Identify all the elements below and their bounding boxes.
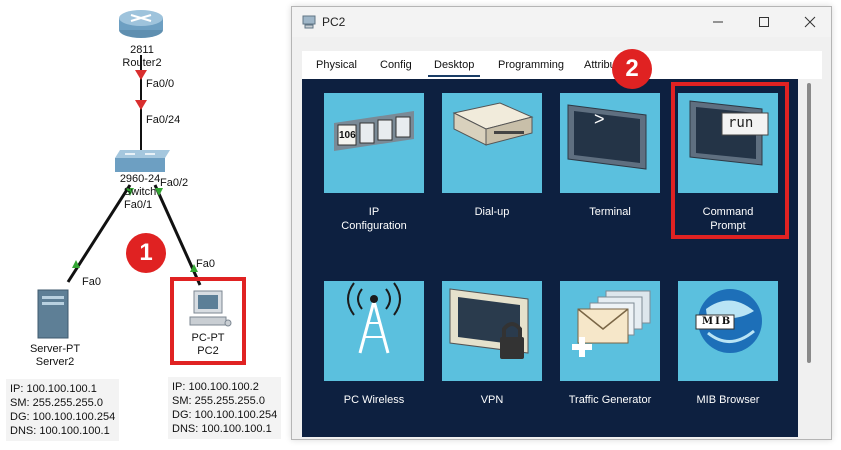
maximize-button[interactable] [749, 11, 779, 33]
step-badge-2: 2 [612, 49, 652, 89]
scrollbar-thumb[interactable] [807, 83, 811, 363]
mib-browser-icon: MIB [678, 281, 778, 381]
dial-up-label: Dial-up [474, 206, 510, 218]
switch-icon [115, 150, 170, 172]
pc-ip-box: IP: 100.100.100.2 SM: 255.255.255.0 DG: … [168, 377, 282, 439]
app-ip-configuration[interactable]: 106 IP Configuration [324, 93, 424, 253]
link-status-down-icon [135, 100, 147, 110]
pc2-window: PC2 Physical Config Desktop Programming … [291, 6, 832, 440]
pc-wireless-icon [324, 281, 424, 381]
close-icon [804, 16, 816, 28]
app-terminal[interactable]: > Terminal [560, 93, 660, 253]
server-name: Server2 [35, 356, 75, 368]
pc-wireless-label: PC Wireless [343, 394, 405, 406]
router-label: 2811 Router2 [112, 44, 172, 70]
server-subnet: SM: 255.255.255.0 [10, 397, 103, 409]
tab-bar: Physical Config Desktop Programming Attr… [302, 51, 822, 79]
server-ip-box: IP: 100.100.100.1 SM: 255.255.255.0 DG: … [6, 379, 120, 441]
traffic-generator-label: Traffic Generator [568, 394, 652, 406]
ip-configuration-label: IP Configuration [314, 205, 434, 233]
pc-subnet: SM: 255.255.255.0 [172, 395, 265, 407]
vpn-icon [442, 281, 542, 381]
terminal-icon: > [560, 93, 660, 193]
command-prompt-highlight-box [671, 82, 789, 239]
pc-ip: IP: 100.100.100.2 [172, 381, 259, 393]
minimize-button[interactable] [703, 11, 733, 33]
desktop-scrollbar[interactable] [798, 79, 822, 437]
minimize-icon [713, 21, 723, 23]
window-title: PC2 [322, 15, 346, 29]
ip-configuration-label-line2: Configuration [341, 220, 407, 232]
app-vpn[interactable]: VPN [442, 281, 542, 437]
app-mib-browser[interactable]: MIB MIB Browser [678, 281, 778, 437]
router-model: 2811 [130, 44, 154, 56]
port-label: Fa0 [82, 276, 101, 288]
server-model: Server-PT [29, 343, 81, 355]
title-bar[interactable]: PC2 [292, 7, 831, 37]
server-ip: IP: 100.100.100.1 [10, 383, 97, 395]
pc-app-icon [302, 15, 316, 29]
step-badge-1: 1 [126, 233, 166, 273]
ip-configuration-icon: 106 [324, 93, 424, 193]
server-gateway: DG: 100.100.100.254 [10, 411, 116, 423]
close-button[interactable] [795, 11, 825, 33]
terminal-glyph: > [594, 109, 605, 129]
app-pc-wireless[interactable]: PC Wireless [324, 281, 424, 437]
app-traffic-generator[interactable]: Traffic Generator [560, 281, 660, 437]
server-icon [37, 289, 69, 339]
router-name: Router2 [122, 57, 162, 69]
server-label: Server-PT Server2 [20, 343, 90, 369]
server-dns: DNS: 100.100.100.1 [10, 425, 110, 437]
tab-desktop[interactable]: Desktop [427, 59, 481, 77]
topology-canvas: 2811 Router2 Fa0/0 Fa0/24 2960-24 Switch… [0, 0, 290, 450]
ip-configuration-label-line1: IP [368, 206, 380, 218]
pc-highlight-box [170, 277, 246, 365]
port-label: Fa0/1 [124, 199, 153, 211]
port-label: Fa0/0 [146, 78, 175, 90]
pc-gateway: DG: 100.100.100.254 [172, 409, 278, 421]
maximize-icon [759, 17, 769, 27]
tab-physical[interactable]: Physical [316, 59, 357, 71]
pc-dns: DNS: 100.100.100.1 [172, 423, 272, 435]
port-label: Fa0/24 [146, 114, 181, 126]
port-label: Fa0 [196, 258, 215, 270]
app-dial-up[interactable]: Dial-up [442, 93, 542, 253]
tab-config[interactable]: Config [380, 59, 412, 71]
vpn-label: VPN [480, 394, 504, 406]
port-label: Fa0/2 [160, 177, 189, 189]
mib-browser-label: MIB Browser [696, 394, 760, 406]
mib-browser-glyph: MIB [702, 316, 733, 327]
dial-up-icon [442, 93, 542, 193]
traffic-generator-icon [560, 281, 660, 381]
ip-configuration-glyph: 106 [339, 130, 356, 141]
router-icon [119, 10, 163, 38]
terminal-label: Terminal [589, 206, 631, 218]
tab-programming[interactable]: Programming [498, 59, 564, 71]
